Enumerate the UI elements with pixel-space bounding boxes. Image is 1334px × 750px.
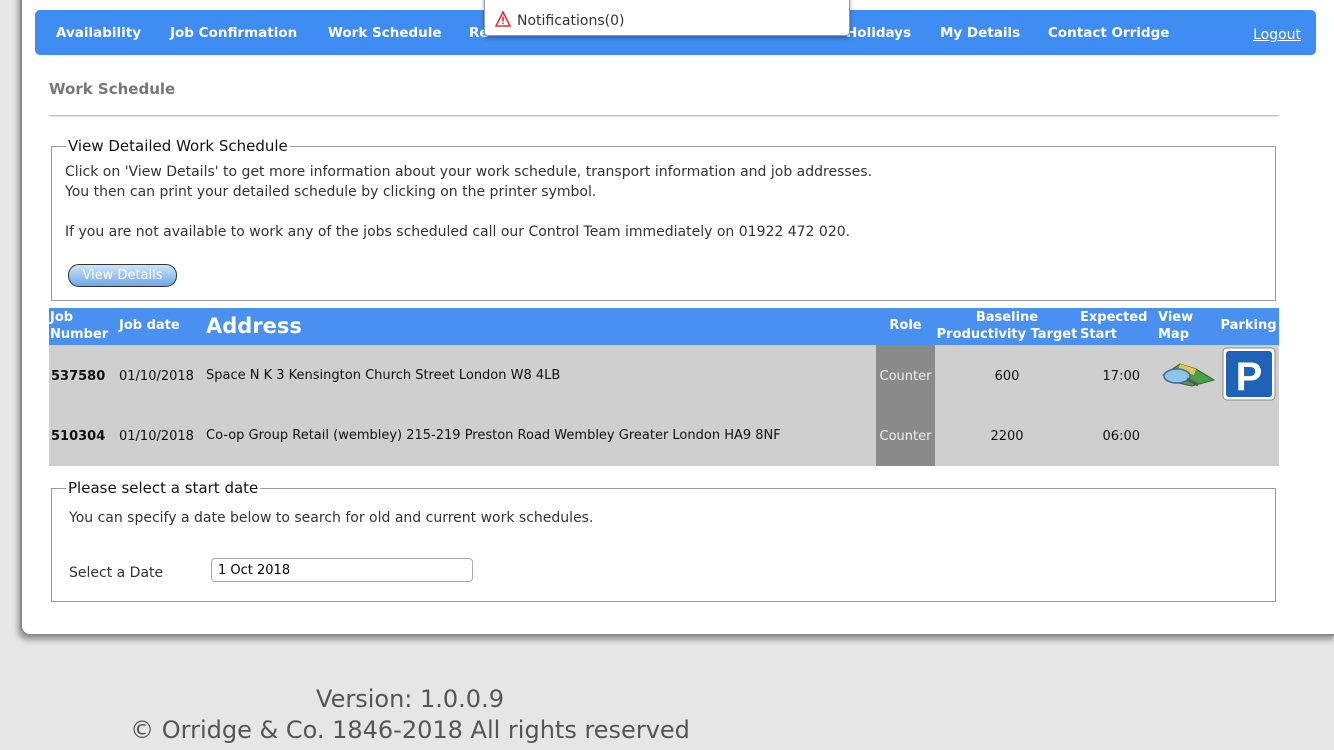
role-cell: Counter xyxy=(876,345,935,407)
notifications-label[interactable]: Notifications(0) xyxy=(517,13,624,29)
title-divider xyxy=(49,115,1279,116)
page-title: Work Schedule xyxy=(49,80,176,98)
header-job-date: Job date xyxy=(117,308,202,345)
job-number-cell: 537580 xyxy=(49,345,117,407)
detailed-schedule-legend: View Detailed Work Schedule xyxy=(68,137,288,155)
job-date-cell: 01/10/2018 xyxy=(117,345,202,407)
svg-text:P: P xyxy=(1235,355,1262,399)
view-map-cell xyxy=(1157,345,1218,407)
header-view-map: View Map xyxy=(1157,308,1218,345)
schedule-table: Job Number Job date Address Role Baselin… xyxy=(49,308,1279,466)
parking-cell xyxy=(1218,407,1279,466)
control-team-notice: If you are not available to work any of … xyxy=(65,224,851,240)
nav-availability[interactable]: Availability xyxy=(56,25,141,41)
date-input[interactable] xyxy=(211,558,473,582)
nav-my-details[interactable]: My Details xyxy=(940,25,1020,41)
select-date-label: Select a Date xyxy=(69,565,164,581)
warning-icon xyxy=(495,11,511,27)
expected-start-cell: 17:00 xyxy=(1079,345,1157,407)
header-address: Address xyxy=(202,308,876,345)
header-baseline-target: Baseline Productivity Target xyxy=(935,308,1079,345)
map-icon[interactable] xyxy=(1160,358,1216,390)
expected-start-cell: 06:00 xyxy=(1079,407,1157,466)
nav-holidays[interactable]: Holidays xyxy=(846,25,911,41)
table-header-row: Job Number Job date Address Role Baselin… xyxy=(49,308,1279,345)
view-details-button[interactable]: View Details xyxy=(68,264,177,287)
nav-contact-orridge[interactable]: Contact Orridge xyxy=(1048,25,1169,41)
baseline-cell: 2200 xyxy=(935,407,1079,466)
logout-link[interactable]: Logout xyxy=(1253,27,1301,43)
start-date-panel: Please select a start date xyxy=(51,479,1276,602)
job-date-cell: 01/10/2018 xyxy=(117,407,202,466)
detailed-schedule-panel: View Detailed Work Schedule xyxy=(51,137,1276,301)
nav-job-confirmation[interactable]: Job Confirmation xyxy=(170,25,297,41)
parking-cell: P xyxy=(1218,345,1279,407)
parking-icon[interactable]: P xyxy=(1222,347,1276,401)
start-date-legend: Please select a start date xyxy=(68,479,259,497)
detail-info-line-2: You then can print your detailed schedul… xyxy=(65,184,597,200)
header-expected-start: Expected Start xyxy=(1079,308,1157,345)
copyright-text: © Orridge & Co. 1846-2018 All rights res… xyxy=(130,716,690,744)
date-search-info: You can specify a date below to search f… xyxy=(69,510,594,526)
job-number-cell: 510304 xyxy=(49,407,117,466)
address-link[interactable]: Space N K 3 Kensington Church Street Lon… xyxy=(202,345,876,407)
notifications-dropdown[interactable]: Notifications(0) xyxy=(484,0,850,36)
address-link[interactable]: Co-op Group Retail (wembley) 215-219 Pre… xyxy=(202,407,876,466)
header-role: Role xyxy=(876,308,935,345)
table-row: 537580 01/10/2018 Space N K 3 Kensington… xyxy=(49,345,1279,407)
nav-work-schedule[interactable]: Work Schedule xyxy=(328,25,442,41)
baseline-cell: 600 xyxy=(935,345,1079,407)
role-cell: Counter xyxy=(876,407,935,466)
detail-info-line-1: Click on 'View Details' to get more info… xyxy=(65,164,873,180)
table-row: 510304 01/10/2018 Co-op Group Retail (we… xyxy=(49,407,1279,466)
view-map-cell xyxy=(1157,407,1218,466)
header-parking: Parking xyxy=(1218,308,1279,345)
header-job-number: Job Number xyxy=(49,308,117,345)
version-text: Version: 1.0.0.9 xyxy=(316,685,504,713)
